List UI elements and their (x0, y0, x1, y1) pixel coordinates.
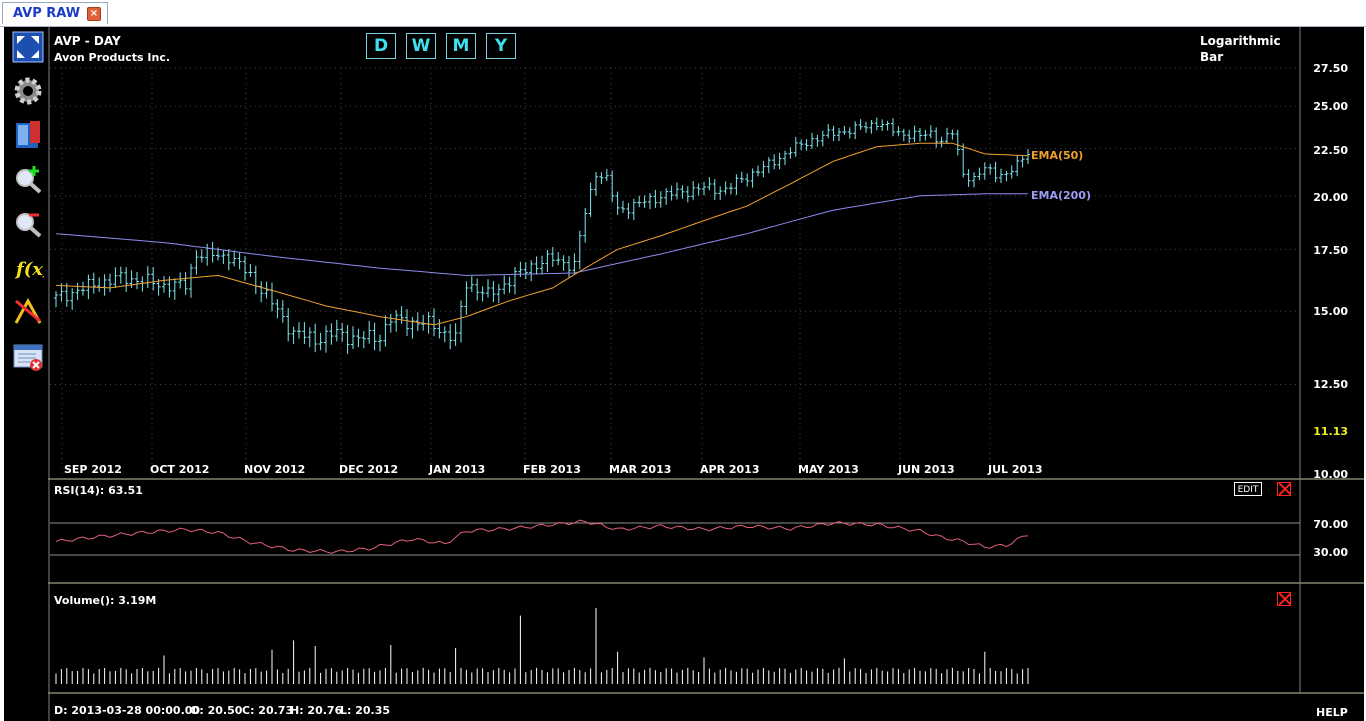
y-tick: 15.00 (1313, 305, 1348, 318)
rsi-tick: 70.00 (1313, 518, 1348, 531)
rsi-tick: 30.00 (1313, 546, 1348, 559)
x-tick: MAY 2013 (798, 463, 859, 476)
status-high: H: 20.76 (290, 704, 343, 717)
chart-canvas (48, 27, 1364, 721)
status-open: O: 20.50 (190, 704, 243, 717)
volume-close-icon[interactable] (1277, 592, 1291, 606)
x-tick: APR 2013 (700, 463, 760, 476)
status-low: L: 20.35 (340, 704, 391, 717)
y-tick: 27.50 (1313, 62, 1348, 75)
x-tick: MAR 2013 (609, 463, 672, 476)
y-tick: 25.00 (1313, 100, 1348, 113)
rsi-reference-lines (50, 522, 1300, 556)
volume-bars (55, 608, 1029, 684)
x-tick: JAN 2013 (429, 463, 486, 476)
x-tick: SEP 2012 (64, 463, 122, 476)
y-tick: 20.00 (1313, 191, 1348, 204)
last-price-label: 11.13 (1313, 425, 1348, 438)
x-tick: JUL 2013 (988, 463, 1043, 476)
y-tick: 17.50 (1313, 244, 1348, 257)
status-close: C: 20.73 (242, 704, 294, 717)
status-date: D: 2013-03-28 00:00.00 (54, 704, 201, 717)
y-tick: 12.50 (1313, 378, 1348, 391)
y-tick: 10.00 (1313, 468, 1348, 481)
x-tick: NOV 2012 (244, 463, 306, 476)
help-link[interactable]: HELP (1316, 706, 1348, 719)
volume-title: Volume(): 3.19M (54, 594, 157, 607)
rsi-title: RSI(14): 63.51 (54, 484, 143, 497)
x-tick: DEC 2012 (339, 463, 399, 476)
ema50-label: EMA(50) (1031, 149, 1084, 162)
price-grid (50, 67, 1300, 474)
price-bars (54, 117, 1030, 354)
x-tick: FEB 2013 (523, 463, 581, 476)
ema50-line (55, 142, 1029, 326)
rsi-close-icon[interactable] (1277, 482, 1291, 496)
rsi-edit-button[interactable]: EDIT (1234, 482, 1262, 496)
x-tick: JUN 2013 (898, 463, 955, 476)
y-tick: 22.50 (1313, 144, 1348, 157)
ema200-label: EMA(200) (1031, 189, 1091, 202)
x-tick: OCT 2012 (150, 463, 210, 476)
rsi-line (55, 519, 1029, 554)
